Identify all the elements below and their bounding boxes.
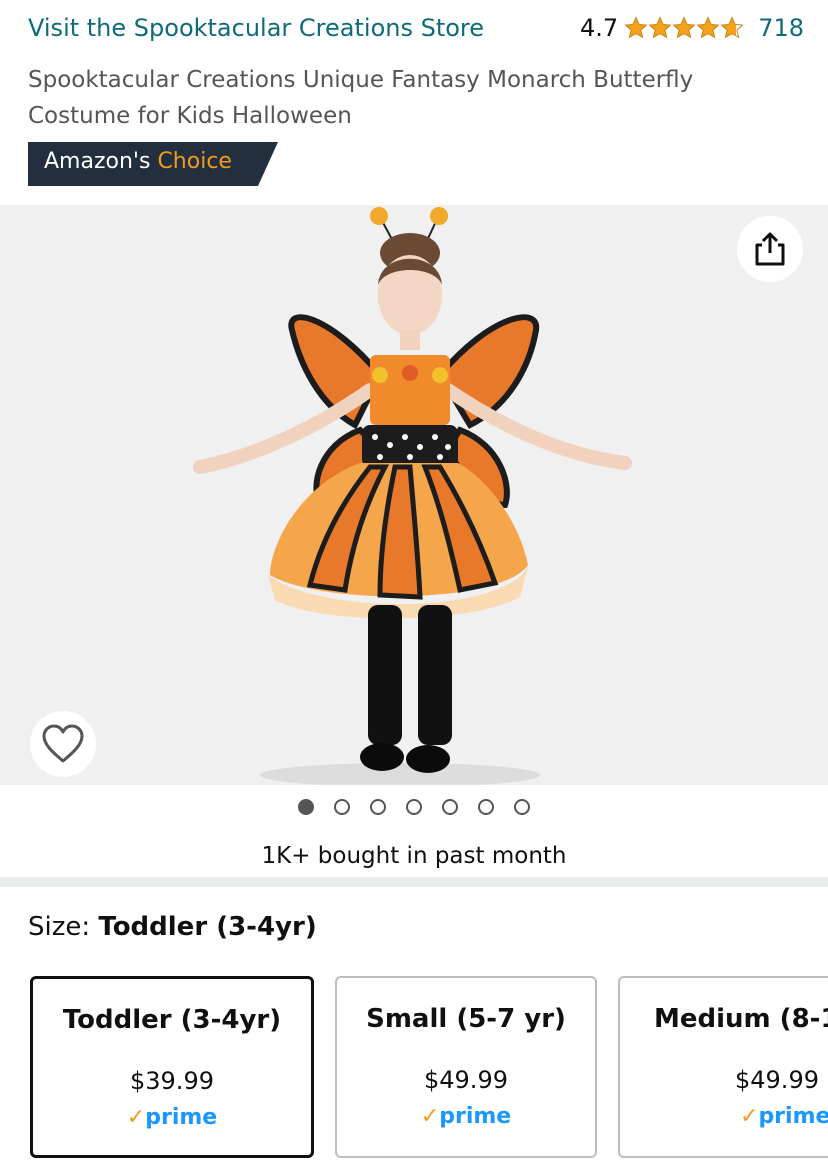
- section-divider: [0, 877, 828, 887]
- pagination-dot[interactable]: [406, 799, 422, 815]
- size-option-small[interactable]: Small (5-7 yr) $49.99 ✓prime: [335, 976, 597, 1158]
- wishlist-button[interactable]: [30, 711, 96, 777]
- share-button[interactable]: [737, 216, 803, 282]
- star-icon: [720, 16, 744, 39]
- size-label-text: Size:: [28, 912, 91, 942]
- star-icon: [672, 16, 696, 39]
- size-option-medium[interactable]: Medium (8-10 yr) $49.99 ✓prime: [618, 976, 828, 1158]
- prime-check-icon: ✓: [126, 1105, 146, 1130]
- selected-size: Toddler (3-4yr): [98, 912, 317, 942]
- star-rating: [624, 16, 744, 40]
- product-image[interactable]: [0, 205, 828, 785]
- badge-text: Amazon's Choice: [44, 149, 232, 174]
- review-count[interactable]: 718: [758, 14, 804, 42]
- prime-label: prime: [758, 1104, 828, 1129]
- size-option-name: Medium (8-10 yr): [654, 1004, 828, 1034]
- prime-badge: ✓prime: [337, 1104, 595, 1129]
- product-title: Spooktacular Creations Unique Fantasy Mo…: [28, 67, 694, 129]
- pagination-dot[interactable]: [478, 799, 494, 815]
- pagination-dot[interactable]: [298, 799, 314, 815]
- rating-summary[interactable]: 4.7 718: [580, 14, 804, 42]
- prime-check-icon: ✓: [740, 1104, 759, 1129]
- store-link[interactable]: Visit the Spooktacular Creations Store: [28, 14, 484, 42]
- heart-icon: [42, 724, 84, 763]
- size-option-toddler[interactable]: Toddler (3-4yr) $39.99 ✓prime: [30, 976, 314, 1158]
- badge-prefix: Amazon's: [44, 149, 151, 174]
- store-row: Visit the Spooktacular Creations Store 4…: [28, 10, 804, 46]
- pagination-dot[interactable]: [442, 799, 458, 815]
- size-option-name: Toddler (3-4yr): [62, 1005, 282, 1035]
- rating-value: 4.7: [580, 14, 619, 42]
- pagination-dot[interactable]: [514, 799, 530, 815]
- prime-label: prime: [145, 1105, 218, 1130]
- prime-label: prime: [439, 1104, 512, 1129]
- badge-highlight: Choice: [157, 149, 232, 174]
- size-label: Size: Toddler (3-4yr): [28, 912, 317, 942]
- size-option-price: $39.99: [130, 1067, 214, 1095]
- pagination-dot[interactable]: [370, 799, 386, 815]
- star-icon: [696, 16, 720, 39]
- prime-badge: ✓prime: [740, 1104, 828, 1129]
- bought-in-past-month: 1K+ bought in past month: [261, 843, 567, 869]
- star-icon: [648, 16, 672, 39]
- image-pagination[interactable]: [0, 799, 828, 821]
- prime-check-icon: ✓: [420, 1104, 440, 1129]
- share-icon: [755, 232, 785, 266]
- star-icon: [624, 16, 648, 39]
- pagination-dot[interactable]: [334, 799, 350, 815]
- butterfly-costume-photo: [193, 207, 632, 785]
- size-option-name: Small (5-7 yr): [366, 1004, 566, 1034]
- size-option-price: $49.99: [735, 1066, 819, 1094]
- size-option-price: $49.99: [424, 1066, 508, 1094]
- prime-badge: ✓prime: [33, 1105, 311, 1130]
